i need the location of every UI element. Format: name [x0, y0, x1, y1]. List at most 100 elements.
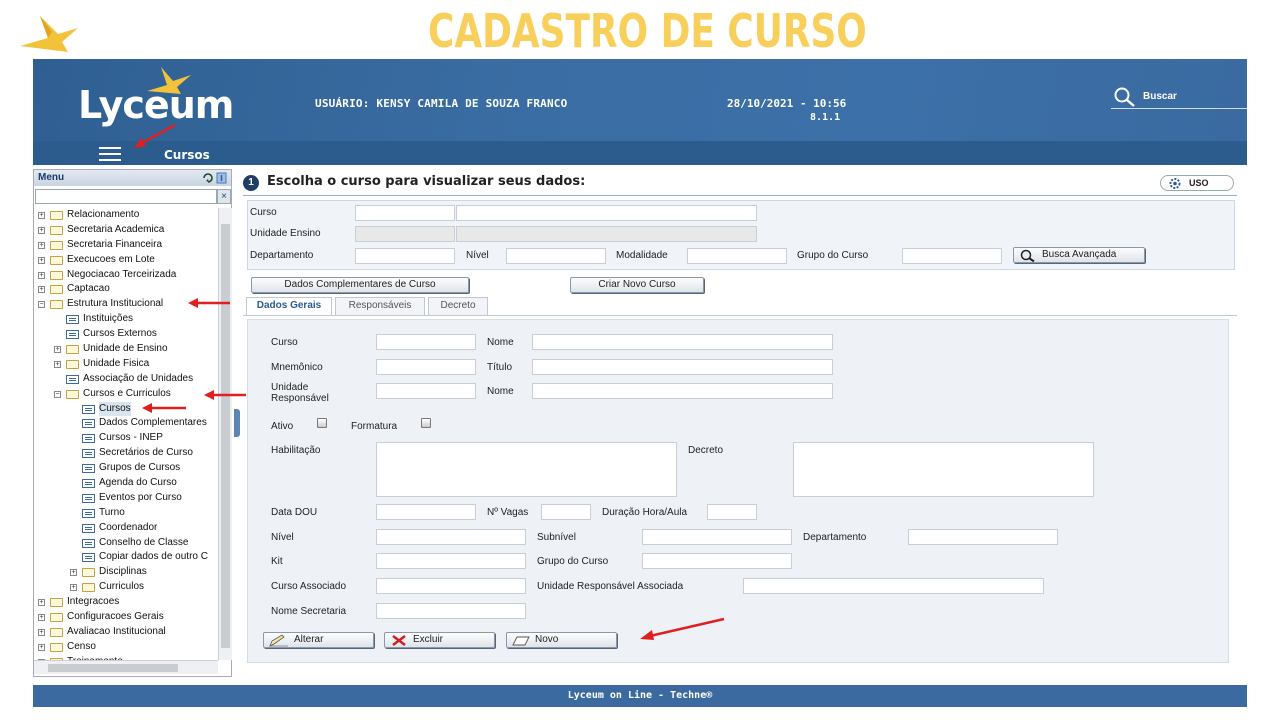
sidebar-item[interactable]: + Integracoes	[34, 595, 218, 610]
sidebar-item-label[interactable]: Grupos de Cursos	[99, 461, 180, 476]
sidebar-item[interactable]: Cursos - INEP	[34, 431, 218, 446]
decreto-textarea[interactable]	[793, 442, 1094, 497]
sidebar-item-label[interactable]: Cursos - INEP	[99, 431, 163, 446]
expand-icon[interactable]: +	[54, 360, 61, 368]
expand-icon[interactable]: +	[38, 256, 45, 264]
sidebar-item[interactable]: Agenda do Curso	[34, 476, 218, 491]
search-curso-code-input[interactable]	[355, 205, 455, 221]
expand-icon[interactable]: +	[38, 599, 45, 607]
grupo-curso-input[interactable]	[642, 553, 792, 569]
form-unidade-input[interactable]	[376, 383, 476, 399]
sidebar-item-label[interactable]: Disciplinas	[99, 565, 147, 580]
sidebar-item[interactable]: + Avaliacao Institucional	[34, 625, 218, 640]
sidebar-item[interactable]: + Secretaria Academica	[34, 223, 218, 238]
sidebar-item-label[interactable]: Configuracoes Gerais	[67, 610, 164, 625]
tree-horizontal-scrollbar[interactable]	[34, 660, 218, 674]
sidebar-item[interactable]: + Censo	[34, 640, 218, 655]
sidebar-item[interactable]: + Relacionamento	[34, 208, 218, 223]
sidebar-item[interactable]: + Curriculos	[34, 580, 218, 595]
sidebar-item[interactable]: Secretários de Curso	[34, 446, 218, 461]
curso-associado-input[interactable]	[376, 578, 526, 594]
sidebar-item[interactable]: Cursos Externos	[34, 327, 218, 342]
search-departamento-input[interactable]	[355, 248, 455, 264]
sidebar-item-label[interactable]: Secretaria Academica	[67, 223, 164, 238]
excluir-button[interactable]: Excluir	[384, 632, 495, 648]
form-nome2-input[interactable]	[532, 383, 833, 399]
sidebar-item[interactable]: − Cursos e Curriculos	[34, 387, 218, 402]
duracao-input[interactable]	[707, 504, 757, 520]
sidebar-item[interactable]: Dados Complementares	[34, 416, 218, 431]
sidebar-item[interactable]: Turno	[34, 506, 218, 521]
sidebar-item-label[interactable]: Associação de Unidades	[83, 372, 193, 387]
sidebar-item[interactable]: + Execucoes em Lote	[34, 253, 218, 268]
nivel-input[interactable]	[376, 529, 526, 545]
search-grupo-input[interactable]	[902, 248, 1002, 264]
uso-label[interactable]: USO	[1189, 178, 1209, 188]
sidebar-item[interactable]: Copiar dados de outro C	[34, 550, 218, 565]
expand-icon[interactable]: +	[38, 286, 45, 294]
sidebar-item[interactable]: + Secretaria Financeira	[34, 238, 218, 253]
sidebar-item-label[interactable]: Instituições	[83, 312, 133, 327]
sidebar-item-label[interactable]: Captacao	[67, 282, 110, 297]
subnivel-input[interactable]	[642, 529, 792, 545]
expand-icon[interactable]: +	[38, 643, 45, 651]
expand-icon[interactable]: +	[70, 584, 77, 592]
sidebar-item-label[interactable]: Curriculos	[99, 580, 144, 595]
form-curso-input[interactable]	[376, 334, 476, 350]
nome-secretaria-input[interactable]	[376, 603, 526, 619]
collapse-icon[interactable]: −	[54, 390, 61, 398]
brand-logo[interactable]: Lyceum	[78, 83, 234, 127]
expand-icon[interactable]: +	[38, 628, 45, 636]
form-titulo-input[interactable]	[532, 359, 833, 375]
sidebar-item-label[interactable]: Agenda do Curso	[99, 476, 177, 491]
dados-complementares-button[interactable]: Dados Complementares de Curso	[251, 277, 469, 293]
sidebar-item-label[interactable]: Execucoes em Lote	[67, 253, 155, 268]
sidebar-item[interactable]: + Disciplinas	[34, 565, 218, 580]
sidebar-item-label[interactable]: Coordenador	[99, 521, 157, 536]
expand-icon[interactable]: +	[38, 241, 45, 249]
habilitacao-textarea[interactable]	[376, 442, 677, 497]
search-curso-name-input[interactable]	[456, 205, 757, 221]
busca-avancada-button[interactable]: Busca Avançada	[1013, 247, 1145, 263]
sidebar-item-label[interactable]: Cursos	[99, 401, 131, 417]
collapse-icon[interactable]: −	[38, 301, 45, 309]
sidebar-item-label[interactable]: Secretaria Financeira	[67, 238, 162, 253]
sidebar-item-label[interactable]: Eventos por Curso	[99, 491, 182, 506]
sidebar-item[interactable]: + Configuracoes Gerais	[34, 610, 218, 625]
sidebar-item-label[interactable]: Censo	[67, 640, 96, 655]
sidebar-item-label[interactable]: Unidade Fisica	[83, 357, 149, 372]
uso-button[interactable]: USO	[1160, 175, 1234, 191]
sidebar-item[interactable]: + Unidade Fisica	[34, 357, 218, 372]
expand-icon[interactable]: +	[38, 212, 45, 219]
departamento-input[interactable]	[908, 529, 1058, 545]
alterar-button[interactable]: Alterar	[263, 632, 374, 648]
sidebar-item-label[interactable]: Relacionamento	[67, 208, 139, 223]
sidebar-item-label[interactable]: Estrutura Institucional	[67, 297, 163, 312]
sidebar-item[interactable]: Associação de Unidades	[34, 372, 218, 387]
search-nivel-input[interactable]	[506, 248, 606, 264]
sidebar-item-label[interactable]: Secretários de Curso	[99, 446, 193, 461]
formatura-checkbox[interactable]	[421, 418, 431, 428]
expand-icon[interactable]: +	[38, 271, 45, 279]
expand-icon[interactable]: +	[54, 346, 61, 354]
menu-clear-button[interactable]: ×	[217, 189, 231, 204]
sidebar-item[interactable]: Conselho de Classe	[34, 536, 218, 551]
sidebar-item[interactable]: Eventos por Curso	[34, 491, 218, 506]
sidebar-item-label[interactable]: Integracoes	[67, 595, 119, 610]
menu-refresh-pin-icon[interactable]	[201, 171, 229, 185]
sidebar-item-label[interactable]: Cursos Externos	[83, 327, 157, 342]
sidebar-collapse-handle[interactable]	[234, 409, 240, 437]
sidebar-item-label[interactable]: Dados Complementares	[99, 416, 207, 431]
search-label[interactable]: Buscar	[1143, 91, 1177, 102]
ativo-checkbox[interactable]	[317, 418, 327, 428]
vagas-input[interactable]	[541, 504, 591, 520]
form-nome-input[interactable]	[532, 334, 833, 350]
criar-novo-curso-button[interactable]: Criar Novo Curso	[570, 277, 704, 293]
unidade-assoc-input[interactable]	[743, 578, 1044, 594]
form-mnemonico-input[interactable]	[376, 359, 476, 375]
sidebar-item-label[interactable]: Unidade de Ensino	[83, 342, 168, 357]
tree-vertical-scrollbar[interactable]	[218, 208, 232, 660]
sidebar-item-label[interactable]: Conselho de Classe	[99, 536, 189, 551]
search-modalidade-input[interactable]	[687, 248, 787, 264]
sidebar-item[interactable]: Coordenador	[34, 521, 218, 536]
